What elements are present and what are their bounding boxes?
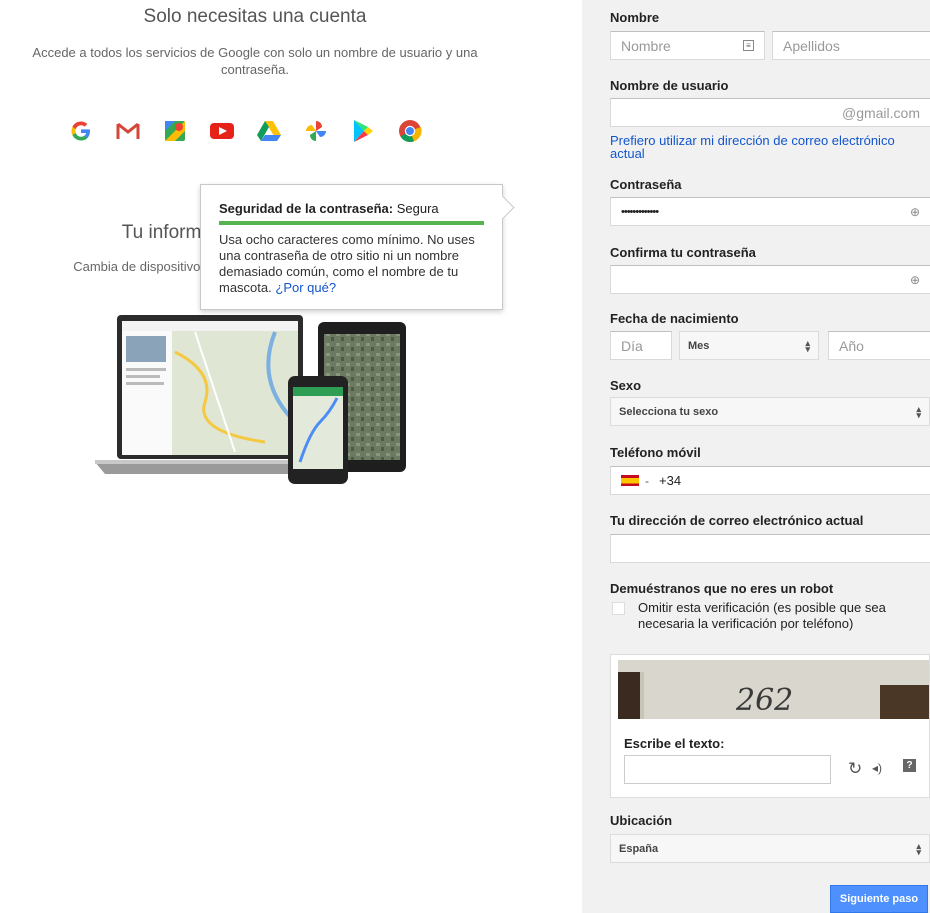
next-step-button[interactable]: Siguiente paso [830,885,928,913]
youtube-icon [209,118,235,144]
current-email-label: Tu dirección de correo electrónico actua… [610,513,864,528]
gmail-icon [115,118,141,144]
captcha-refresh-icon[interactable]: ↻ [848,759,862,779]
skip-verification-checkbox[interactable] [612,602,625,615]
maps-icon [162,118,188,144]
left-panel: Solo necesitas una cuenta Accede a todos… [0,0,515,913]
location-label: Ubicación [610,813,673,828]
password-strength-value: Segura [396,201,439,216]
devices-illustration [95,312,410,484]
birth-month-select[interactable]: Mes ▴ ▾ [679,331,819,360]
confirm-password-field[interactable]: ⊕ [610,265,930,294]
location-select-arrows-icon: ▴ ▾ [916,840,921,857]
birth-month-value: Mes [688,339,710,352]
name-label: Nombre [610,10,660,25]
first-name-field[interactable]: Nombre ≡ [610,31,765,60]
location-select[interactable]: España ▴ ▾ [610,834,930,863]
password-strength-tooltip: Seguridad de la contraseña: Segura Usa o… [200,184,515,310]
chrome-icon [397,118,423,144]
captcha-image: 262 [618,660,929,719]
confirm-password-key-icon: ⊕ [909,272,920,287]
username-label: Nombre de usuario [610,78,729,93]
password-strength-bar [219,221,484,225]
username-field[interactable]: @gmail.com [610,98,930,127]
robot-label: Demuéstranos que no eres un robot [610,581,834,596]
gender-value: Selecciona tu sexo [619,405,719,418]
password-key-icon: ⊕ [909,204,920,219]
captcha-text-field[interactable] [624,755,831,784]
password-tips: Usa ocho caracteres como mínimo. No uses… [219,232,484,296]
last-name-placeholder: Apellidos [783,37,840,54]
spain-flag-icon[interactable] [621,475,639,486]
last-name-field[interactable]: Apellidos [772,31,930,60]
confirm-password-label: Confirma tu contraseña [610,245,756,260]
use-current-email-link[interactable]: Prefiero utilizar mi dirección de correo… [610,134,928,160]
phone-prefix: +34 [659,473,682,488]
birth-year-placeholder: Año [839,337,864,354]
google-services-logos [68,116,448,146]
password-value: ••••••••••••• [621,205,659,218]
gender-label: Sexo [610,378,642,393]
intro-subtitle: Accede a todos los servicios de Google c… [32,45,478,77]
first-name-placeholder: Nombre [621,37,671,54]
birth-day-field[interactable]: Día [610,331,672,360]
password-field[interactable]: ••••••••••••• ⊕ [610,197,930,226]
location-value: España [619,842,659,855]
captcha-text-label: Escribe el texto: [624,736,725,751]
phone-separator: - [645,473,649,488]
why-link[interactable]: ¿Por qué? [275,280,336,295]
signup-form: Nombre Nombre ≡ Apellidos Nombre de usua… [582,0,930,913]
google-g-icon [68,118,94,144]
password-strength-label: Seguridad de la contraseña: [219,201,394,216]
phone-field[interactable]: - +34 [610,466,930,495]
gender-select[interactable]: Selecciona tu sexo ▴ ▾ [610,397,930,426]
drive-icon [256,118,282,144]
birth-day-placeholder: Día [621,337,643,354]
gmail-suffix: @gmail.com [841,104,920,121]
photos-icon [303,118,329,144]
password-strength-heading: Seguridad de la contraseña: Segura [219,201,484,217]
intro-title: Solo necesitas una cuenta [143,6,367,27]
password-label: Contraseña [610,177,682,192]
birth-year-field[interactable]: Año [828,331,930,360]
svg-text:262: 262 [735,683,793,718]
current-email-field[interactable] [610,534,930,563]
select-arrows-icon: ▴ ▾ [805,337,810,354]
play-icon [350,118,376,144]
tooltip-arrow [490,195,515,220]
gender-select-arrows-icon: ▴ ▾ [916,403,921,420]
password-tips-text: Usa ocho caracteres como mínimo. No uses… [219,232,475,295]
captcha-help-icon[interactable]: ? [903,759,916,772]
contact-card-icon: ≡ [743,40,754,51]
skip-verification-text: Omitir esta verificación (es posible que… [638,600,886,631]
captcha-box: 262 Escribe el texto: ↻ ◂) ? [610,654,930,798]
phone-label: Teléfono móvil [610,445,701,460]
captcha-audio-icon[interactable]: ◂) [872,761,882,775]
birthdate-label: Fecha de nacimiento [610,311,739,326]
